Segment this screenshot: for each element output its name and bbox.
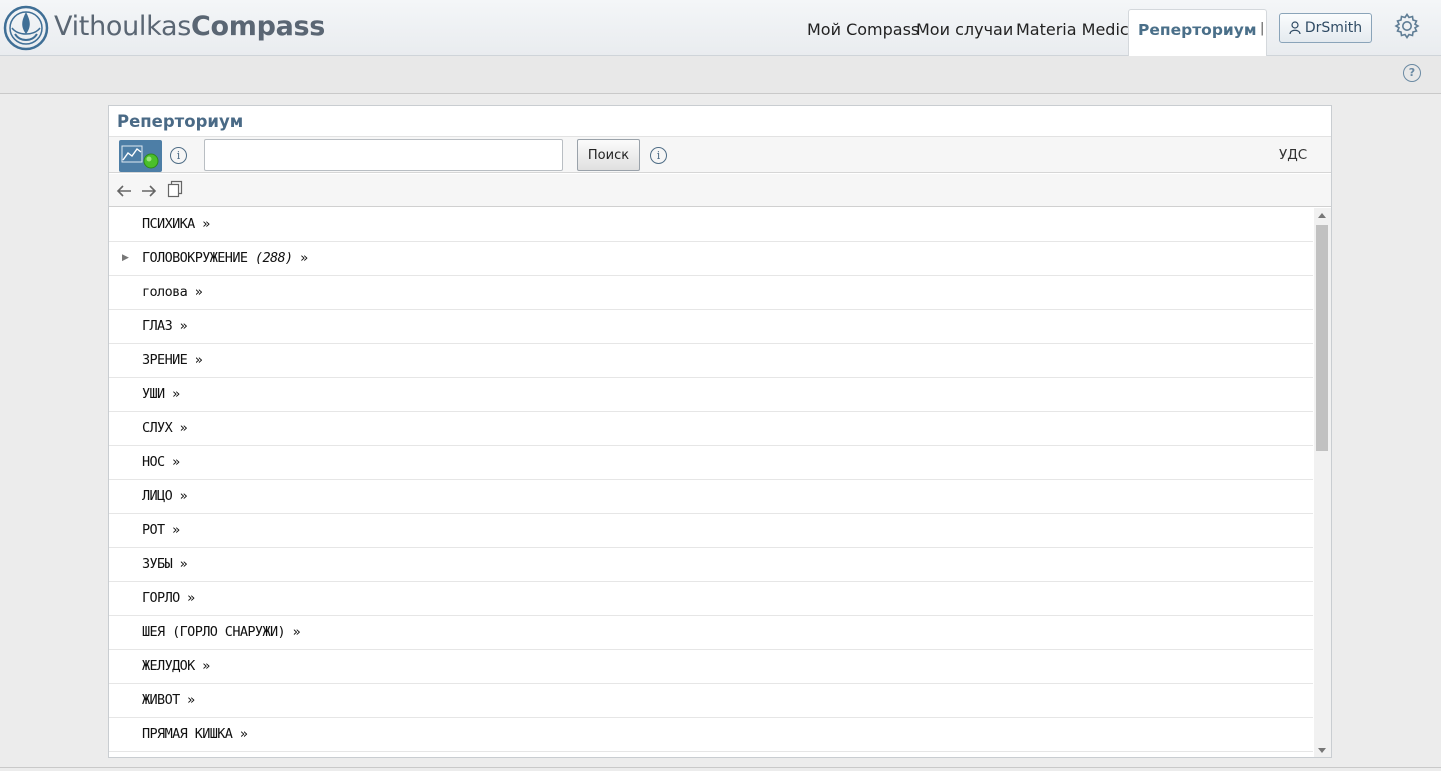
chapter-count: (288) (254, 250, 293, 266)
nav-materia-medica[interactable]: Materia Medica (1016, 0, 1139, 56)
chapter-row[interactable]: РОТ » (109, 514, 1313, 548)
repertory-search-input[interactable] (204, 139, 563, 171)
info-icon[interactable]: i (170, 147, 187, 164)
chapter-row[interactable]: УШИ » (109, 378, 1313, 412)
list-scrollbar[interactable] (1314, 208, 1331, 757)
nav-separator: | (1260, 21, 1265, 36)
top-header: VithoulkasCompass Мой Compass Мои случаи… (0, 0, 1441, 56)
scroll-thumb[interactable] (1316, 225, 1328, 451)
chapter-row[interactable]: ЖИВОТ » (109, 684, 1313, 718)
repertory-panel: Реперториум i Поиск i УДС ПСИХИКА » ▶ ГОЛО… (108, 105, 1332, 758)
chapter-open-link[interactable]: » (195, 352, 203, 368)
settings-gear-icon[interactable] (1393, 12, 1421, 40)
chapter-label: ЗУБЫ (142, 556, 173, 572)
chapter-open-link[interactable]: » (300, 250, 308, 266)
chapter-label: ПРЯМАЯ КИШКА (142, 726, 233, 742)
chapter-label: НОС (142, 454, 165, 470)
compass-logo-icon (3, 5, 49, 51)
brand-logo[interactable]: VithoulkasCompass (2, 4, 325, 52)
brand-name: VithoulkasCompass (54, 11, 325, 42)
nav-repertory-tab[interactable]: Реперториум (1128, 9, 1267, 56)
chapter-row[interactable]: ГОРЛО » (109, 582, 1313, 616)
chapter-label: ГЛАЗ (142, 318, 173, 334)
chapter-row[interactable]: ЖЕЛУДОК » (109, 650, 1313, 684)
footer-divider (0, 767, 1441, 768)
chapter-list: ПСИХИКА » ▶ ГОЛОВОКРУЖЕНИЕ (288) » голова »… (109, 208, 1313, 757)
chapter-label: РОТ (142, 522, 165, 538)
chapter-open-link[interactable]: » (172, 522, 180, 538)
chapter-label: ЖЕЛУДОК (142, 658, 195, 674)
chapter-open-link[interactable]: » (180, 488, 188, 504)
chapter-row[interactable]: ПРЯМАЯ КИШКА » (109, 718, 1313, 752)
analysis-chart-button[interactable] (119, 140, 162, 172)
user-menu-button[interactable]: DrSmith (1279, 13, 1372, 43)
chapter-label: ГОРЛО (142, 590, 180, 606)
panel-title: Реперториум (117, 112, 244, 131)
chapter-open-link[interactable]: » (180, 420, 188, 436)
chapter-row[interactable]: ЛИЦО » (109, 480, 1313, 514)
chapter-label: ЛИЦО (142, 488, 173, 504)
chapter-label: СЛУХ (142, 420, 173, 436)
chapter-row[interactable]: ГЛАЗ » (109, 310, 1313, 344)
chapter-open-link[interactable]: » (180, 556, 188, 572)
chapter-label: УШИ (142, 386, 165, 402)
chapter-open-link[interactable]: » (172, 454, 180, 470)
chapter-label: ШЕЯ (ГОРЛО СНАРУЖИ) (142, 624, 286, 640)
user-icon (1289, 21, 1301, 35)
chapter-label: голова (142, 284, 188, 300)
chapter-label: ЖИВОТ (142, 692, 180, 708)
chapter-open-link[interactable]: » (240, 726, 248, 742)
chapter-label: ЗРЕНИЕ (142, 352, 188, 368)
chapter-row[interactable]: НОС » (109, 446, 1313, 480)
chart-status-icon (121, 145, 159, 169)
search-info-icon[interactable]: i (650, 147, 667, 164)
brand-name-part2: Compass (190, 10, 326, 42)
scroll-down-icon[interactable] (1318, 748, 1326, 753)
history-toolbar (109, 174, 1331, 207)
chapter-open-link[interactable]: » (202, 658, 210, 674)
chapter-open-link[interactable]: » (293, 624, 301, 640)
uds-link[interactable]: УДС (1279, 147, 1307, 163)
brand-name-part1: Vithoulkas (54, 10, 191, 42)
forward-arrow-icon[interactable] (140, 184, 158, 198)
chapter-row[interactable]: ЗУБЫ » (109, 548, 1313, 582)
chapter-row[interactable]: ▶ ГОЛОВОКРУЖЕНИЕ (288) » (109, 242, 1313, 276)
chapter-open-link[interactable]: » (180, 318, 188, 334)
help-icon[interactable]: ? (1403, 64, 1421, 82)
nav-my-compass[interactable]: Мой Compass (807, 0, 919, 56)
chapter-label: ГОЛОВОКРУЖЕНИЕ (142, 250, 248, 266)
search-toolbar: i Поиск i УДС (109, 136, 1331, 173)
chapter-row[interactable]: ЗРЕНИЕ » (109, 344, 1313, 378)
chapter-open-link[interactable]: » (172, 386, 180, 402)
expand-arrow-icon[interactable]: ▶ (122, 242, 129, 275)
search-button[interactable]: Поиск (577, 139, 640, 171)
chapter-open-link[interactable]: » (187, 692, 195, 708)
sub-toolbar (0, 56, 1441, 94)
scroll-up-icon[interactable] (1318, 213, 1326, 218)
user-name: DrSmith (1304, 20, 1363, 36)
chapter-open-link[interactable]: » (195, 284, 203, 300)
chapter-open-link[interactable]: » (187, 590, 195, 606)
nav-my-cases[interactable]: Мои случаи (916, 0, 1013, 56)
chapter-row[interactable]: ПСИХИКА » (109, 208, 1313, 242)
chapter-row[interactable]: голова » (109, 276, 1313, 310)
back-arrow-icon[interactable] (115, 184, 133, 198)
chapter-row[interactable]: СЛУХ » (109, 412, 1313, 446)
chapter-label: ПСИХИКА (142, 216, 195, 232)
chapter-open-link[interactable]: » (202, 216, 210, 232)
chapter-row[interactable]: ШЕЯ (ГОРЛО СНАРУЖИ) » (109, 616, 1313, 650)
copy-icon[interactable] (167, 180, 183, 198)
